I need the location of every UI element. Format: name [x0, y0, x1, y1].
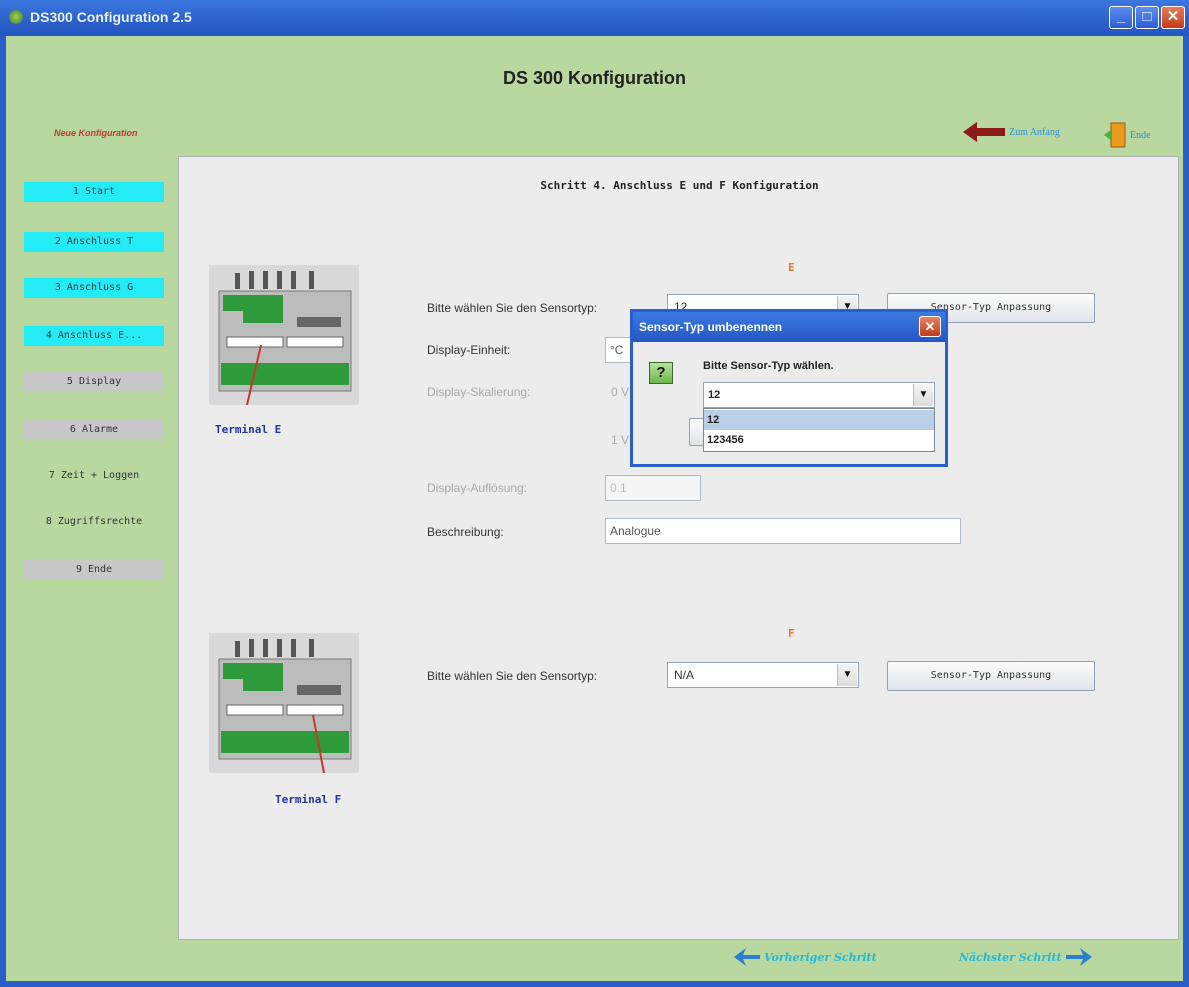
step-title: Schritt 4. Anschluss E und F Konfigurati…: [540, 179, 819, 192]
chevron-down-icon[interactable]: ▼: [837, 664, 857, 686]
sidebar-item-anschluss-e[interactable]: 4 Anschluss E...: [24, 326, 164, 346]
dialog-sensor-select[interactable]: 12 ▼: [703, 382, 935, 408]
display-resolution-label: Display-Auflösung:: [427, 481, 528, 495]
window-title: DS300 Configuration 2.5: [30, 9, 192, 25]
sensor-e-label: Bitte wählen Sie den Sensortyp:: [427, 301, 598, 315]
display-resolution-field[interactable]: 0.1: [605, 475, 701, 501]
section-f-heading: F: [788, 627, 795, 640]
sensor-f-select[interactable]: N/A ▼: [667, 662, 859, 688]
sidebar-item-alarme[interactable]: 6 Alarme: [24, 420, 164, 440]
dialog-title-bar: Sensor-Typ umbenennen ✕: [633, 312, 945, 342]
arrow-right-icon: [1065, 948, 1092, 966]
app-icon: [9, 10, 23, 24]
sidebar-item-start[interactable]: 1 Start: [24, 182, 164, 202]
sidebar-item-ende[interactable]: 9 Ende: [24, 560, 164, 580]
dropdown-option[interactable]: 12: [704, 410, 934, 430]
sensor-f-adjust-button[interactable]: Sensor-Typ Anpassung: [887, 661, 1095, 691]
window-frame-right: [1183, 36, 1189, 987]
close-button[interactable]: ✕: [1161, 6, 1185, 29]
minimize-button[interactable]: _: [1109, 6, 1133, 29]
terminal-f-label: Terminal F: [275, 793, 342, 806]
arrow-left-icon: [963, 122, 1005, 142]
scaling-1v-label: 1 V: [611, 433, 630, 447]
display-scaling-label: Display-Skalierung:: [427, 385, 531, 399]
exit-link[interactable]: Ende: [1104, 122, 1151, 148]
content-panel: Schritt 4. Anschluss E und F Konfigurati…: [178, 156, 1179, 940]
new-config-link[interactable]: Neue Konfiguration: [54, 128, 138, 138]
sidebar-item-anschluss-t[interactable]: 2 Anschluss T: [24, 232, 164, 252]
sensor-f-label: Bitte wählen Sie den Sensortyp:: [427, 669, 598, 683]
previous-step-label: Vorheriger Schritt: [764, 950, 877, 964]
description-label: Beschreibung:: [427, 525, 504, 539]
scaling-0v-label: 0 V: [611, 385, 630, 399]
home-link-label: Zum Anfang: [1009, 126, 1060, 138]
title-bar: DS300 Configuration 2.5 _ □ ✕: [0, 0, 1189, 36]
sidebar-item-anschluss-g[interactable]: 3 Anschluss G: [24, 278, 164, 298]
next-step-button[interactable]: Nächster Schritt: [959, 948, 1092, 966]
dialog-message: Bitte Sensor-Typ wählen.: [703, 360, 834, 372]
window-frame-bottom: [0, 981, 1189, 987]
sidebar-item-display[interactable]: 5 Display: [24, 372, 164, 392]
exit-icon: [1104, 122, 1126, 148]
previous-step-button[interactable]: Vorheriger Schritt: [734, 948, 877, 966]
sensor-f-select-value: N/A: [674, 668, 695, 682]
sidebar-item-zugriffsrechte[interactable]: 8 Zugriffsrechte: [24, 512, 164, 532]
maximize-button[interactable]: □: [1135, 6, 1159, 29]
exit-link-label: Ende: [1130, 129, 1151, 141]
dialog-select-value: 12: [708, 389, 721, 401]
display-unit-label: Display-Einheit:: [427, 343, 511, 357]
dialog-title: Sensor-Typ umbenennen: [639, 320, 783, 334]
app-area: DS 300 Konfiguration Neue Konfiguration …: [6, 36, 1183, 981]
description-field[interactable]: Analogue: [605, 518, 961, 544]
section-e-heading: E: [788, 261, 795, 274]
terminal-f-image: [209, 633, 359, 773]
next-step-label: Nächster Schritt: [959, 950, 1062, 964]
arrow-left-icon: [734, 948, 760, 966]
question-icon: ?: [649, 362, 673, 384]
terminal-e-label: Terminal E: [215, 423, 282, 436]
dropdown-option[interactable]: 123456: [704, 430, 934, 450]
dialog-dropdown-list: 12 123456: [703, 408, 935, 452]
chevron-down-icon[interactable]: ▼: [913, 384, 933, 406]
rename-sensor-dialog: Sensor-Typ umbenennen ✕ ? Bitte Sensor-T…: [630, 309, 948, 467]
home-link[interactable]: Zum Anfang: [963, 122, 1060, 142]
terminal-e-image: [209, 265, 359, 405]
page-title: DS 300 Konfiguration: [502, 68, 686, 88]
dialog-close-button[interactable]: ✕: [919, 316, 941, 337]
sidebar-item-zeit-loggen[interactable]: 7 Zeit + Loggen: [24, 466, 164, 486]
